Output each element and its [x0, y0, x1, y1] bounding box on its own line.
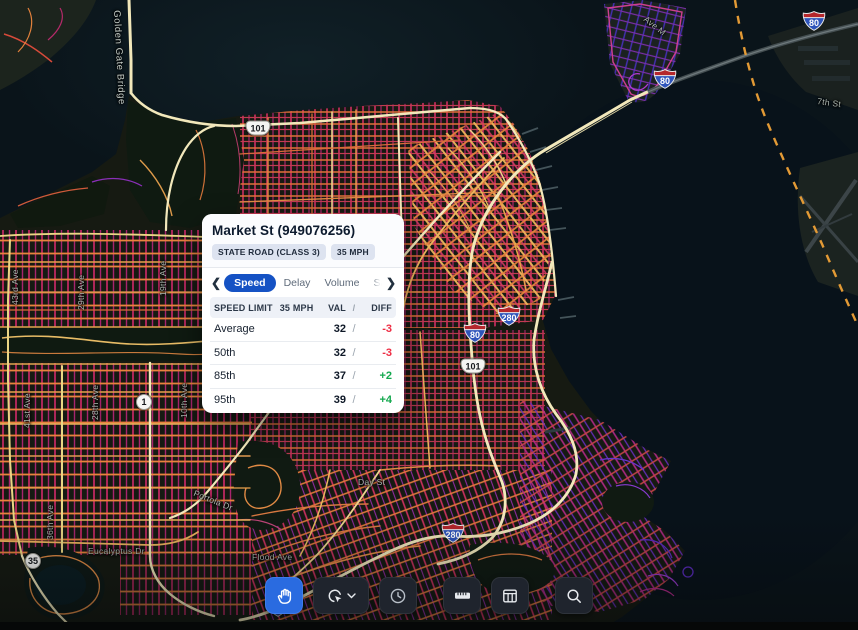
highway-shield-interstate: 80 [802, 11, 826, 31]
header-val: VAL [328, 302, 346, 313]
map-toolbar [265, 577, 593, 614]
popup-title: Market St (949076256) [212, 223, 356, 238]
table-view-button[interactable] [491, 577, 529, 614]
tabs-prev-button[interactable]: ❮ [208, 276, 224, 290]
map-viewport: Golden Gate Bridge Ave M 7th St 43rd Ave… [0, 0, 858, 630]
highway-shield-state: 35 [25, 553, 41, 569]
search-button[interactable] [555, 577, 593, 614]
clock-icon [390, 588, 406, 603]
search-icon [567, 588, 581, 603]
table-icon [503, 589, 517, 603]
table-row: Average 32 / -3 [210, 318, 396, 342]
select-cursor-icon [328, 589, 342, 602]
pan-tool-button[interactable] [265, 577, 303, 614]
ruler-icon [454, 592, 470, 599]
tab-volume[interactable]: Volume [318, 274, 365, 292]
hand-icon [277, 588, 291, 604]
highway-shield-state: 1 [136, 394, 152, 410]
table-row: 50th 32 / -3 [210, 342, 396, 365]
map-canvas[interactable] [0, 0, 858, 630]
header-speed-limit: SPEED LIMIT [214, 302, 273, 313]
header-diff: DIFF [371, 302, 392, 313]
tabs-next-button[interactable]: ❯ [381, 274, 400, 292]
table-header: SPEED LIMIT 35 MPH VAL / DIFF [210, 297, 396, 318]
tab-speed[interactable]: Speed [224, 274, 276, 292]
popup-tabs: ❮ Speed Delay Volume Safety ❯ [202, 268, 404, 297]
highway-shield-interstate: 80 [463, 323, 487, 343]
highway-shield-interstate: 280 [497, 306, 521, 326]
bottom-bar [0, 622, 858, 630]
speed-table: SPEED LIMIT 35 MPH VAL / DIFF Average 32… [202, 297, 404, 412]
speed-limit-badge: 35 MPH [330, 244, 375, 260]
table-row: 95th 39 / +4 [214, 394, 392, 407]
highway-shield-us: 101 [245, 120, 271, 136]
tab-delay[interactable]: Delay [278, 274, 317, 292]
chevron-down-icon [347, 592, 356, 598]
segment-popup: Market St (949076256) STATE ROAD (CLASS … [202, 214, 404, 413]
road-class-badge: STATE ROAD (CLASS 3) [212, 244, 326, 260]
table-row: 85th 37 / +2 [210, 365, 396, 389]
time-tool-button[interactable] [379, 577, 417, 614]
tabs-scroll: Speed Delay Volume Safety [224, 274, 398, 292]
popup-badges: STATE ROAD (CLASS 3) 35 MPH [212, 244, 394, 260]
measure-tool-button[interactable] [443, 577, 481, 614]
highway-shield-interstate: 280 [441, 523, 465, 543]
select-tool-button[interactable] [313, 577, 369, 614]
highway-shield-us: 101 [460, 358, 486, 374]
highway-shield-interstate: 80 [653, 69, 677, 89]
header-sep: / [352, 302, 356, 313]
popup-header: Market St (949076256) STATE ROAD (CLASS … [202, 214, 404, 267]
header-limit-value: 35 MPH [279, 302, 314, 313]
